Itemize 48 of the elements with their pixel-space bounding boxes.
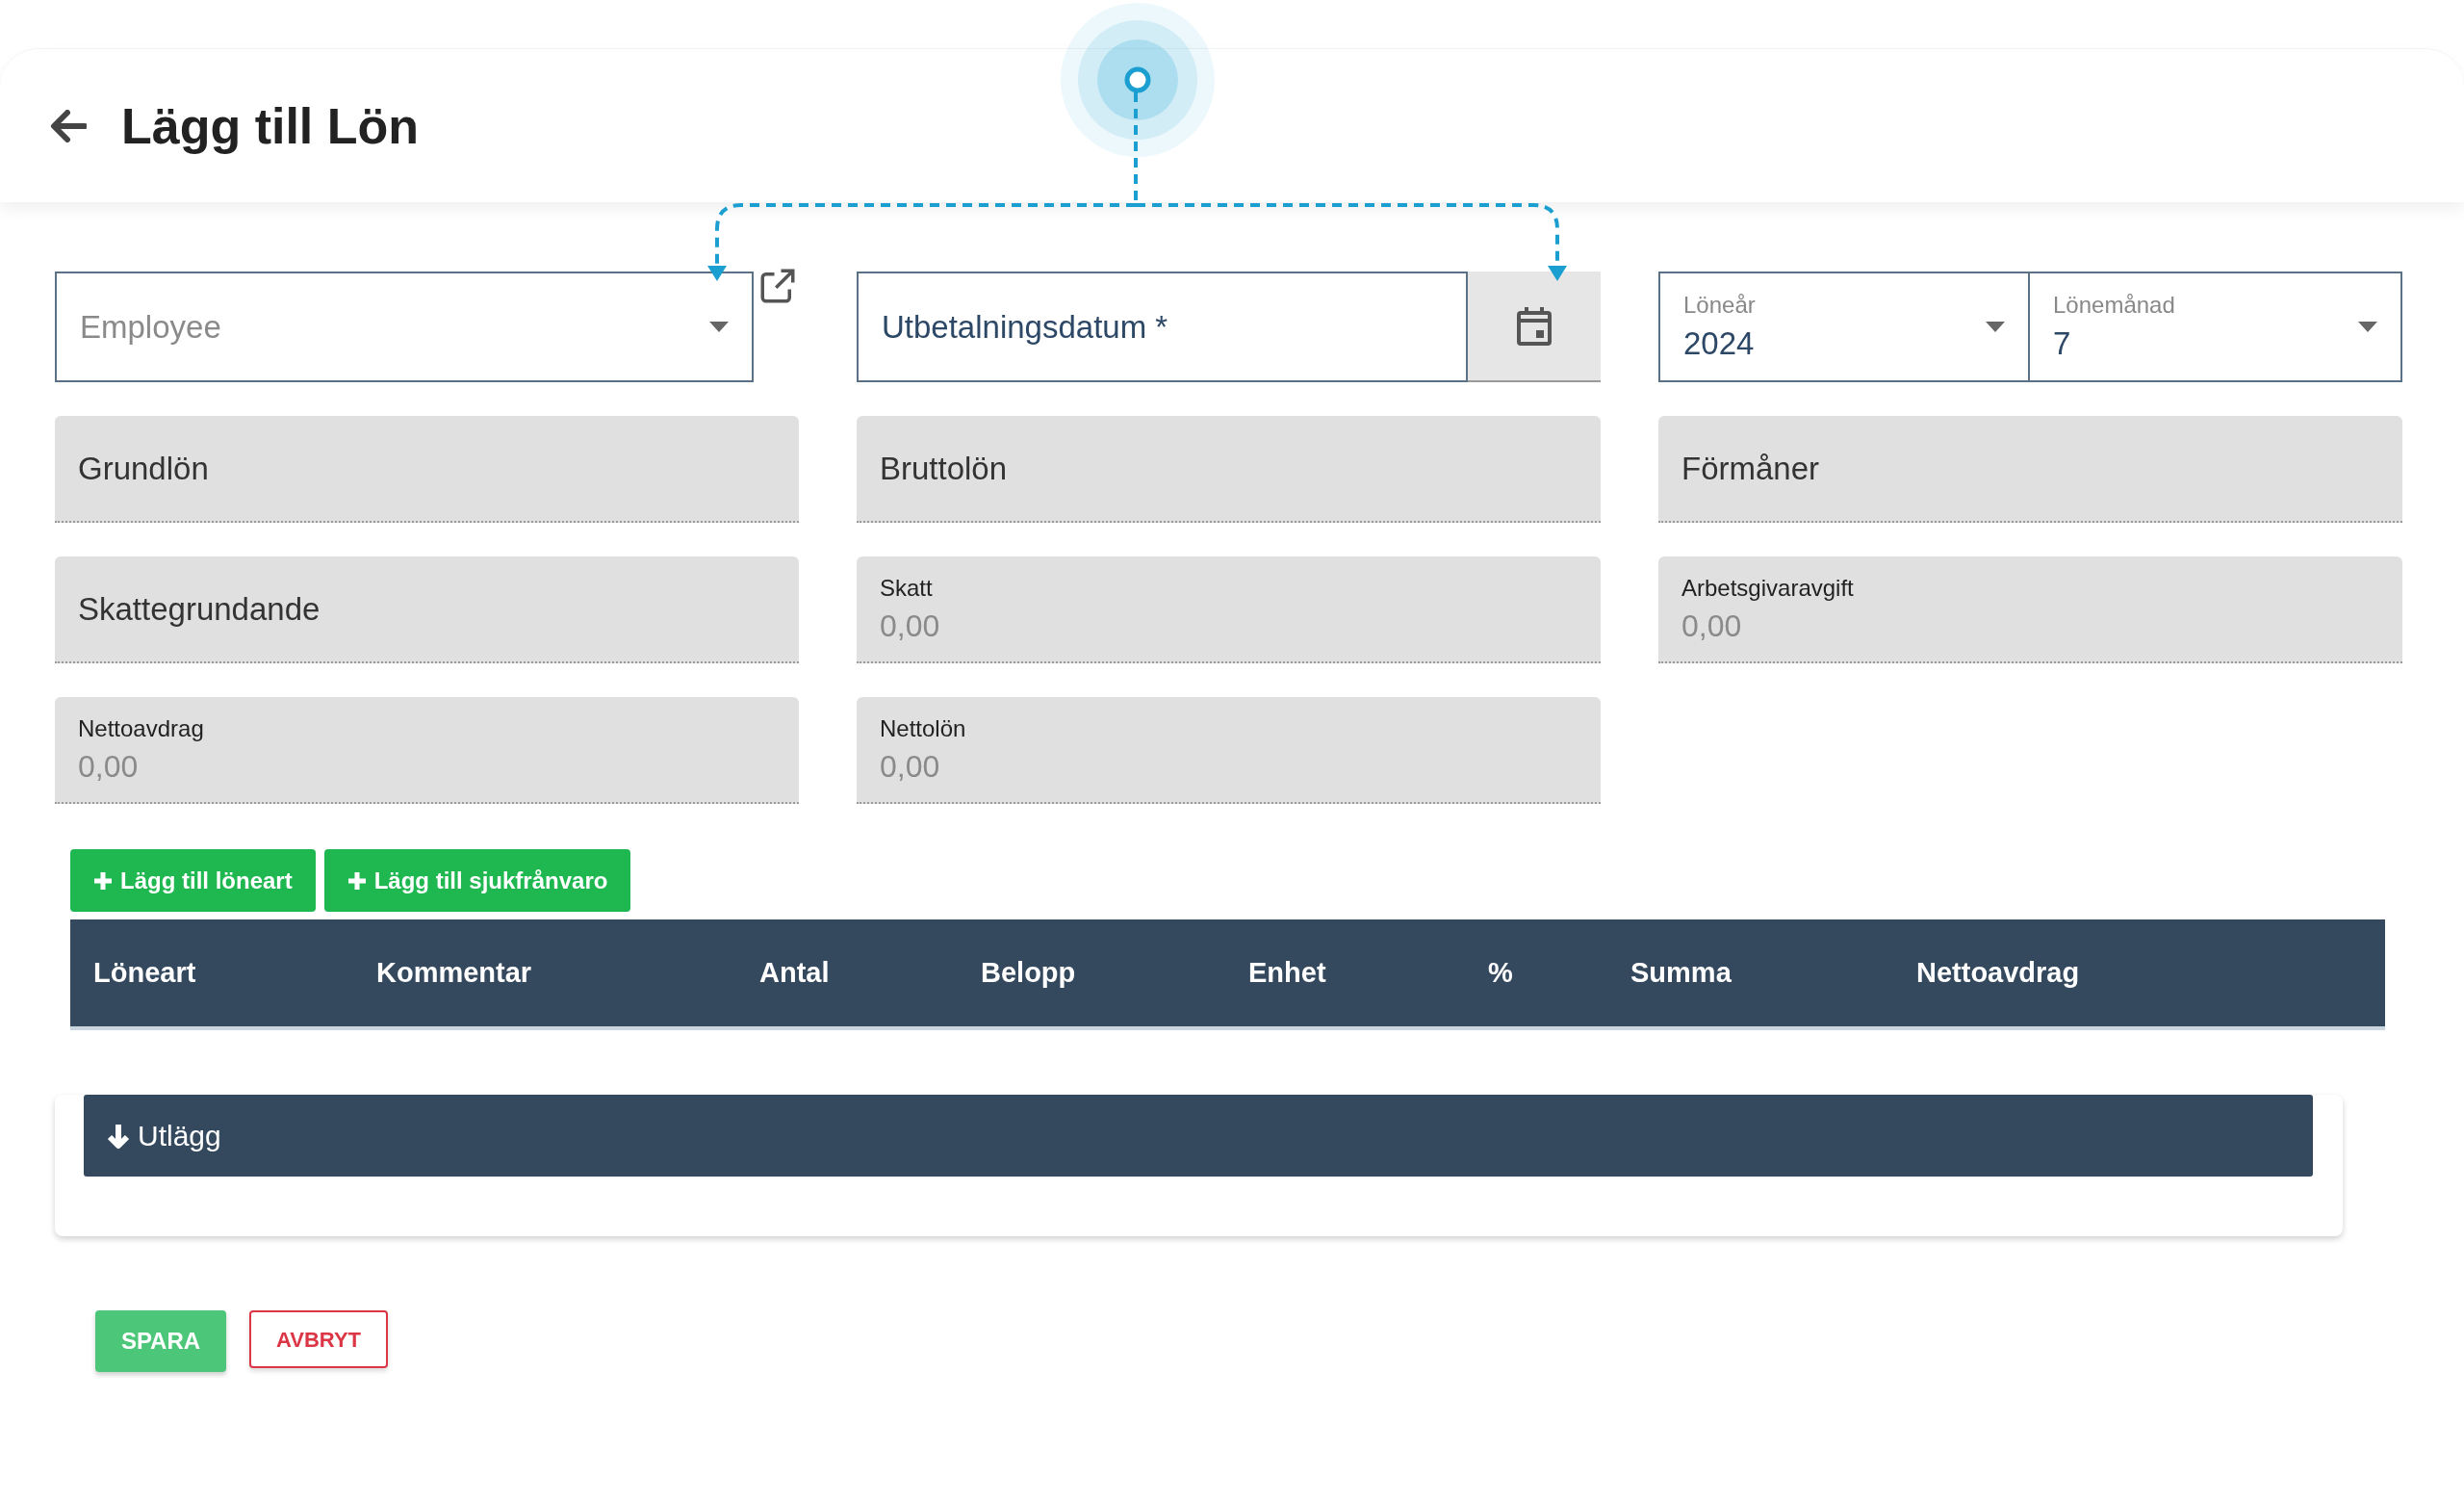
select-field[interactable]: Löneår 2024: [1658, 272, 2030, 382]
field-label: Löneår: [1683, 290, 1756, 320]
field-value: 0,00: [880, 607, 941, 645]
readonly-field[interactable]: Skatt 0,00: [857, 556, 1601, 663]
field-value: 0,00: [880, 747, 941, 786]
field-value: 7: [2053, 323, 2072, 363]
readonly-field[interactable]: Nettolön 0,00: [857, 697, 1601, 804]
dropdown-caret-icon: [1986, 321, 2005, 333]
readonly-field[interactable]: Bruttolön: [857, 416, 1601, 523]
column-header: Belopp: [981, 955, 1077, 990]
column-header: Kommentar: [376, 955, 533, 990]
field-label: Grundlön: [78, 449, 210, 488]
field-label: Skattegrundande: [78, 589, 321, 629]
column-header: Summa: [1630, 955, 1732, 990]
column-header: Nettoavdrag: [1916, 955, 2081, 990]
expenses-toggle[interactable]: Utlägg: [84, 1095, 2313, 1177]
column-header: Enhet: [1248, 955, 1327, 990]
field-label: Lönemånad: [2053, 290, 2175, 320]
field-label: Skatt: [880, 573, 934, 603]
readonly-field[interactable]: Förmåner: [1658, 416, 2402, 523]
calendar-button[interactable]: [1468, 272, 1601, 382]
placeholder-text: Employee: [80, 307, 221, 347]
down-arrow-icon: [107, 1122, 130, 1150]
column-header: %: [1488, 955, 1514, 990]
field-label: Bruttolön: [880, 449, 1009, 488]
column-header: Löneart: [93, 955, 197, 990]
field-label: Nettolön: [880, 713, 967, 743]
readonly-field[interactable]: Grundlön: [55, 416, 799, 523]
dropdown-caret-icon: [2358, 321, 2377, 333]
calendar-icon: [1517, 306, 1552, 346]
cancel-button[interactable]: AVBRYT: [249, 1310, 388, 1368]
select-field[interactable]: Lönemånad 7: [2030, 272, 2402, 382]
plus-icon: [93, 870, 113, 891]
date-input[interactable]: Utbetalningsdatum *: [857, 272, 1468, 382]
readonly-field[interactable]: Nettoavdrag 0,00: [55, 697, 799, 804]
page-title: Lägg till Lön: [121, 96, 420, 156]
column-header: Antal: [759, 955, 831, 990]
field-value: 0,00: [1681, 607, 1743, 645]
field-value: 0,00: [78, 747, 140, 786]
plus-icon: [346, 870, 367, 891]
field-label: Nettoavdrag: [78, 713, 205, 743]
field-label: Förmåner: [1681, 449, 1821, 488]
field-value: 2024: [1683, 323, 1756, 363]
dropdown-caret-icon: [709, 321, 729, 333]
field-label: Arbetsgivaravgift: [1681, 573, 1855, 603]
back-arrow-icon[interactable]: [50, 109, 87, 142]
readonly-field[interactable]: Skattegrundande: [55, 556, 799, 663]
readonly-field[interactable]: Arbetsgivaravgift 0,00: [1658, 556, 2402, 663]
